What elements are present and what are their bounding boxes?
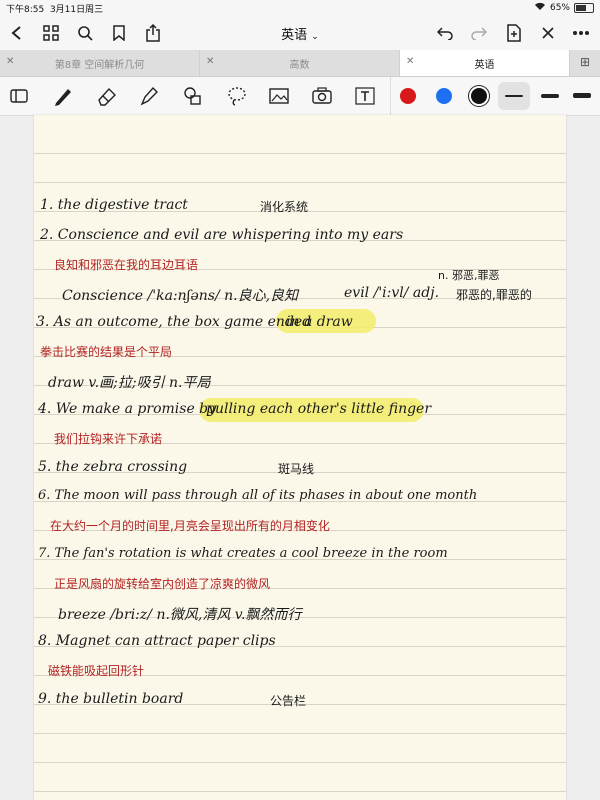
note-line: n. 邪恶,罪恶: [438, 269, 500, 282]
note-line: Conscience /'ka:nʃəns/ n.良心,良知: [62, 288, 299, 304]
highlighter-icon: [140, 86, 158, 106]
note-line: 6. The moon will pass through all of its…: [38, 488, 478, 503]
chevron-down-icon[interactable]: ⌄: [311, 32, 319, 42]
document-title-text[interactable]: 英语: [281, 28, 307, 43]
wifi-icon: [534, 2, 546, 14]
status-date: 3月11日周三: [49, 5, 104, 15]
color-black-swatch[interactable]: [471, 88, 487, 104]
sidebar-toggle[interactable]: [6, 84, 32, 108]
image-icon: [269, 88, 289, 104]
eraser-tool[interactable]: [94, 84, 120, 108]
grid-icon: [43, 25, 59, 41]
color-red-swatch[interactable]: [400, 88, 416, 104]
tab-calculus[interactable]: ✕ 高数: [200, 50, 400, 76]
stroke-thin-icon: [505, 95, 523, 97]
note-line: evil /'i:vl/ adj.: [344, 285, 440, 301]
drawing-toolbar: [0, 77, 600, 116]
tab-english[interactable]: ✕ 英语: [400, 50, 570, 76]
toolbar-divider: [390, 77, 391, 115]
add-page-icon: [507, 24, 521, 42]
eraser-icon: [98, 87, 116, 106]
tab-label: 第8章 空间解析几何: [54, 59, 145, 71]
color-blue-swatch[interactable]: [436, 88, 452, 104]
document-tabs: ✕ 第8章 空间解析几何 ✕ 高数 ✕ 英语 ⊞: [0, 50, 600, 77]
note-line: 良知和邪恶在我的耳边耳语: [54, 258, 199, 272]
shapes-icon: [184, 87, 201, 105]
tab-grid-icon[interactable]: ⊞: [580, 55, 590, 69]
note-line: in a draw: [286, 314, 353, 330]
tab-label: 高数: [289, 59, 310, 71]
note-line: 1. the digestive tract: [40, 197, 188, 213]
note-line: 邪恶的,罪恶的: [456, 288, 532, 302]
undo-icon: [437, 27, 453, 40]
more-dots-icon: [573, 31, 589, 35]
note-line: 3. As an outcome, the box game ended: [36, 314, 312, 330]
note-line: 消化系统: [260, 200, 309, 214]
search-button[interactable]: [72, 20, 98, 46]
close-toolbar-button[interactable]: [535, 20, 561, 46]
redo-button[interactable]: [466, 20, 492, 46]
camera-icon: [312, 87, 332, 104]
close-icon: [542, 27, 554, 39]
note-line: pulling each other's little finger: [206, 401, 432, 417]
shapes-tool[interactable]: [180, 84, 206, 108]
add-page-button[interactable]: [501, 20, 527, 46]
status-time-date: 下午8:55 3月11日周三: [6, 2, 103, 15]
note-line: 7. The fan's rotation is what creates a …: [38, 546, 448, 561]
note-line: breeze /bri:z/ n.微风,清风 v.飘然而行: [58, 607, 302, 623]
more-button[interactable]: [568, 20, 594, 46]
note-line: 9. the bulletin board: [38, 691, 184, 707]
chevron-left-icon: [11, 26, 21, 40]
camera-tool[interactable]: [309, 84, 335, 108]
note-line: 在大约一个月的时间里,月亮会呈现出所有的月相变化: [50, 519, 330, 533]
tab-label: 英语: [474, 59, 495, 71]
tab-close-icon[interactable]: ✕: [406, 56, 414, 67]
bookmark-icon: [113, 25, 125, 41]
note-line: 我们拉钩来许下承诺: [54, 432, 163, 446]
note-line: 8. Magnet can attract paper clips: [38, 633, 276, 649]
note-line: draw v.画;拉;吸引 n.平局: [48, 375, 211, 391]
stroke-thick-button[interactable]: [568, 82, 596, 110]
notebook-page[interactable]: 1. the digestive tract 消化系统 2. Conscienc…: [34, 115, 566, 800]
pen-tool[interactable]: [50, 84, 76, 108]
note-line: 拳击比赛的结果是个平局: [40, 345, 173, 359]
pen-icon: [55, 89, 71, 106]
tab-close-icon[interactable]: ✕: [6, 56, 14, 67]
stroke-medium-icon: [541, 94, 559, 98]
status-right: 65%: [534, 2, 594, 14]
note-line: 2. Conscience and evil are whispering in…: [40, 227, 404, 243]
note-line: 5. the zebra crossing: [38, 459, 188, 475]
note-line: 斑马线: [278, 462, 315, 476]
stroke-medium-button[interactable]: [536, 82, 564, 110]
redo-icon: [471, 27, 487, 40]
tab-chapter8[interactable]: ✕ 第8章 空间解析几何: [0, 50, 200, 76]
textbox-icon: [355, 87, 375, 105]
image-tool[interactable]: [266, 84, 292, 108]
status-bar: 下午8:55 3月11日周三 65%: [0, 0, 600, 16]
stroke-thick-icon: [573, 93, 591, 98]
note-line: 正是风扇的旋转给室内创造了凉爽的微风: [54, 577, 271, 591]
lasso-tool[interactable]: [224, 84, 250, 108]
highlighter-tool[interactable]: [136, 84, 162, 108]
sidebar-icon: [10, 89, 28, 103]
note-line: 磁铁能吸起回形针: [48, 664, 145, 678]
lasso-icon: [228, 87, 246, 106]
undo-button[interactable]: [432, 20, 458, 46]
note-line: 公告栏: [270, 694, 307, 708]
status-time: 下午8:55: [6, 5, 45, 15]
textbox-tool[interactable]: [352, 84, 378, 108]
tab-close-icon[interactable]: ✕: [206, 56, 214, 67]
back-button[interactable]: [4, 20, 30, 46]
battery-percent: 65%: [549, 3, 570, 13]
share-button[interactable]: [140, 20, 166, 46]
share-icon: [146, 24, 160, 42]
grid-view-button[interactable]: [38, 20, 64, 46]
search-icon: [78, 26, 93, 41]
battery-icon: [574, 3, 594, 13]
navigation-bar: 英语 ⌄: [0, 16, 600, 50]
bookmark-button[interactable]: [106, 20, 132, 46]
stroke-thin-button[interactable]: [498, 82, 530, 110]
note-line: 4. We make a promise by: [38, 401, 217, 417]
